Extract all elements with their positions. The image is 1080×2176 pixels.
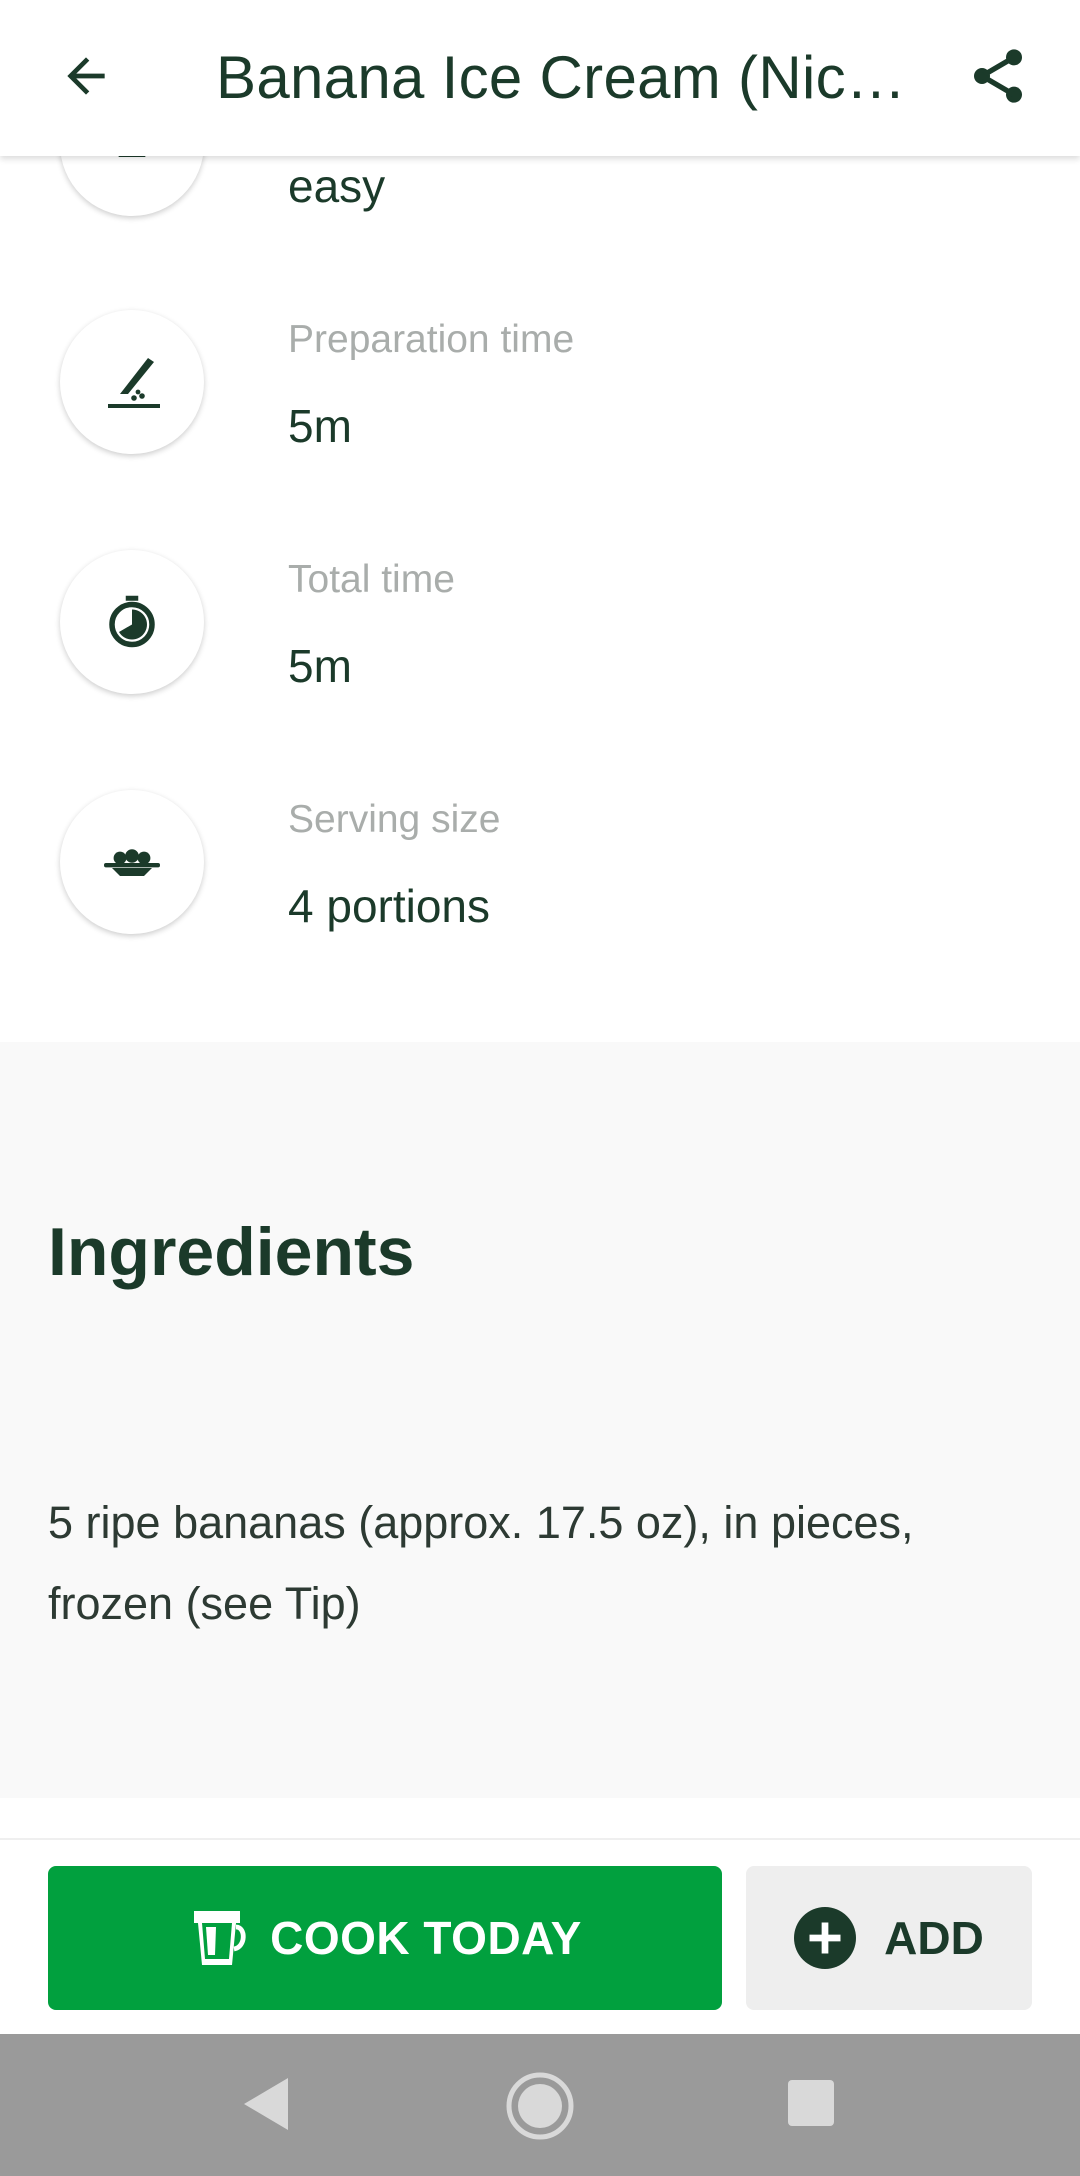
timer-icon [109,595,155,648]
nav-back-icon[interactable] [240,2074,290,2134]
ingredients-heading: Ingredients [48,1214,415,1290]
knife-icon [108,358,160,408]
share-icon [974,49,1022,103]
total-time-label: Total time [288,558,455,601]
app-bar: Banana Ice Cream (Nice Cream) [0,0,1080,156]
prep-time-value: 5m [288,400,352,452]
total-time-icon-circle [60,550,204,694]
cook-today-label: COOK TODAY [270,1912,582,1964]
difficulty-value: easy [288,160,386,212]
serving-size-icon-circle [60,790,204,934]
ingredient-item: 5 ripe bananas (approx. 17.5 oz), in pie… [48,1497,914,1629]
back-button[interactable] [50,40,122,112]
nav-recents-icon[interactable] [788,2080,834,2126]
blender-cup-icon [194,1911,246,1965]
nav-home-icon[interactable] [506,2072,574,2140]
dish-icon [104,849,160,876]
page-title: Banana Ice Cream (Nice Cream) [216,44,906,111]
ingredients-section: Ingredients 5 ripe bananas (approx. 17.5… [0,1042,1080,1798]
serving-size-label: Serving size [288,798,501,841]
arrow-left-icon [67,57,105,95]
share-button[interactable] [958,36,1038,116]
cook-today-button[interactable]: COOK TODAY [48,1866,722,2010]
total-time-value: 5m [288,640,352,692]
prep-time-label: Preparation time [288,318,575,361]
system-nav-bar [0,2034,1080,2176]
plus-circle-icon [794,1907,857,1969]
prep-time-icon-circle [60,310,204,454]
add-label: ADD [884,1912,984,1964]
add-button[interactable]: ADD [746,1866,1032,2010]
action-bar: COOK TODAY ADD [0,1838,1080,2034]
serving-size-value: 4 portions [288,880,491,932]
